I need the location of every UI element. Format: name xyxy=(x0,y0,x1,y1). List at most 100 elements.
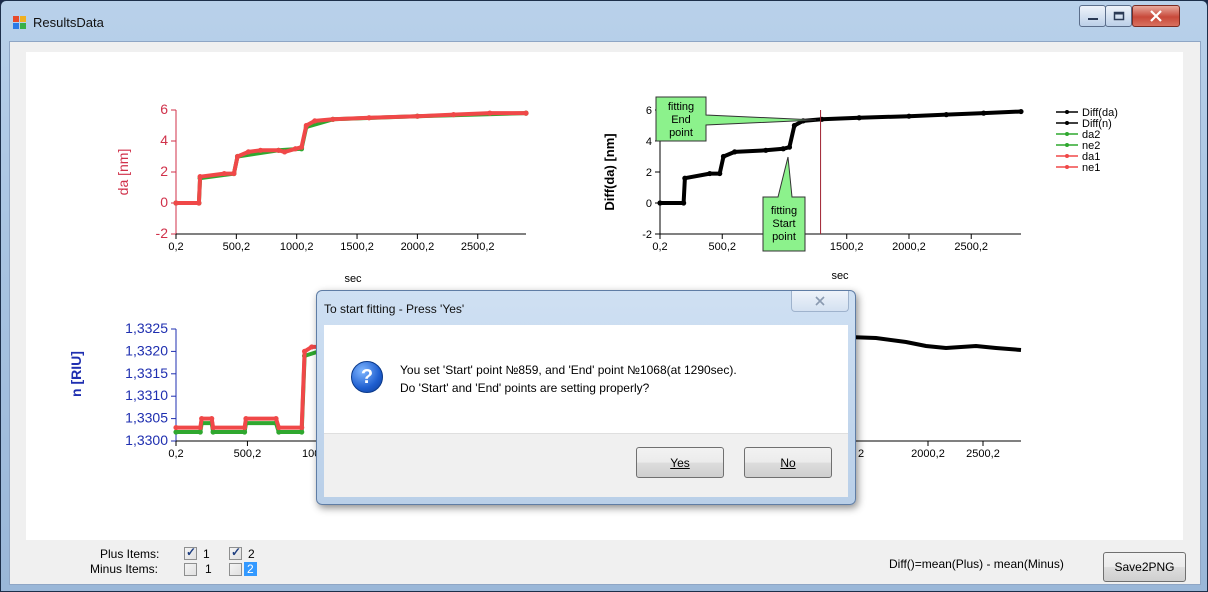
da1-point xyxy=(245,149,251,155)
da1-point xyxy=(523,110,529,116)
da1-point xyxy=(257,147,264,153)
plus-item-1-label: 1 xyxy=(203,547,210,561)
maximize-button[interactable] xyxy=(1105,5,1132,27)
da1-point xyxy=(303,122,309,129)
app-icon xyxy=(13,16,26,29)
end-callout-text: End xyxy=(671,114,691,126)
diff-da-point xyxy=(681,200,687,206)
bl-ylabel: n [RIU] xyxy=(68,351,84,397)
tr-y-tick-label: 0 xyxy=(646,198,652,210)
tl-y-tick-label: 6 xyxy=(160,101,168,117)
yes-button[interactable]: Yes xyxy=(636,447,724,478)
title-bar[interactable]: ResultsData xyxy=(1,1,1207,41)
legend-marker xyxy=(1065,132,1069,136)
minimize-button[interactable] xyxy=(1079,5,1106,27)
end-callout-text: fitting xyxy=(668,101,694,113)
save2png-button[interactable]: Save2PNG xyxy=(1103,552,1186,582)
ne2-point xyxy=(276,429,282,435)
question-icon: ? xyxy=(351,361,383,393)
diff-da-point xyxy=(791,122,798,129)
minus-item-2-label: 2 xyxy=(244,562,257,576)
diff-da-point xyxy=(943,112,949,118)
diff-da-point xyxy=(856,115,862,121)
legend-label: ne1 xyxy=(1082,162,1100,174)
ne2-point xyxy=(241,429,248,435)
maximize-icon xyxy=(1113,11,1124,21)
da2-line xyxy=(176,111,527,205)
diff-da-point xyxy=(682,175,688,181)
dialog-close-button[interactable] xyxy=(791,291,849,312)
tl-x-tick-label: 2500,2 xyxy=(461,241,495,253)
da1-point xyxy=(366,115,372,121)
tl-y-tick-label: 4 xyxy=(160,132,168,148)
da1-point xyxy=(231,170,237,177)
diff-da-point xyxy=(707,170,713,177)
da1-point xyxy=(282,149,288,155)
da1-point xyxy=(234,153,241,160)
da1-point xyxy=(196,200,202,206)
legend-marker xyxy=(1065,121,1069,125)
no-button[interactable]: No xyxy=(744,447,832,478)
minus-item-1-checkbox[interactable] xyxy=(184,563,197,576)
diff-da-point xyxy=(906,113,912,119)
ne2-point xyxy=(197,429,203,435)
ne1-point xyxy=(276,424,282,431)
legend-marker xyxy=(1065,143,1069,147)
check-icon: ✓ xyxy=(186,545,197,559)
diff-da-point xyxy=(786,144,793,150)
ne1-point xyxy=(299,424,305,431)
ne1-line xyxy=(176,344,319,430)
da1-point xyxy=(298,144,305,150)
diff-da-point xyxy=(763,147,769,153)
tr-x-tick-label: 2000,2 xyxy=(892,241,926,253)
diff-da-point xyxy=(819,116,825,122)
tl-x-tick-label: 500,2 xyxy=(223,241,251,253)
minimize-icon xyxy=(1087,18,1098,20)
diff-da-line xyxy=(660,109,1022,205)
plus-item-1-checkbox[interactable]: ✓ xyxy=(184,545,197,560)
minus-items-label: Minus Items: xyxy=(90,562,159,576)
bl-x-tick-label: 500,2 xyxy=(234,448,262,460)
no-label: No xyxy=(780,455,796,470)
diff-da-point xyxy=(780,146,786,152)
ne1-point xyxy=(309,344,315,350)
dialog-message-line1: You set 'Start' point №859, and 'End' po… xyxy=(400,363,737,377)
bl-x-tick-label: 0,2 xyxy=(168,448,183,460)
da1-point xyxy=(330,116,336,122)
ne2-point xyxy=(173,429,179,435)
tr-x-tick-label: 1500,2 xyxy=(830,241,864,253)
minus-item-2-checkbox[interactable] xyxy=(229,563,242,576)
bl-y-tick-label: 1,3310 xyxy=(125,387,168,403)
ne1-point xyxy=(301,348,308,354)
tr-xlabel: sec xyxy=(831,270,849,282)
plus-item-2-label: 2 xyxy=(248,547,255,561)
da1-point xyxy=(173,200,179,206)
diff-da-point xyxy=(732,149,738,155)
tl-y-tick-label: -2 xyxy=(156,225,169,241)
da1-point xyxy=(275,147,282,153)
tl-x-tick-label: 2000,2 xyxy=(401,241,435,253)
plus-item-2-checkbox[interactable]: ✓ xyxy=(229,545,242,560)
da1-point xyxy=(450,112,457,118)
ne1-point xyxy=(241,424,248,431)
da1-point xyxy=(221,170,227,177)
close-button[interactable] xyxy=(1132,5,1180,27)
diff-n-line xyxy=(847,335,1022,352)
da1-point xyxy=(312,118,318,124)
close-icon xyxy=(1150,10,1162,22)
diff-da-point xyxy=(657,200,663,206)
br-x-tick-label: 2 xyxy=(858,448,864,460)
check-icon: ✓ xyxy=(231,545,242,559)
ne1-point xyxy=(243,416,249,422)
dialog-footer: Yes No xyxy=(324,433,848,497)
tl-x-tick-label: 1500,2 xyxy=(340,241,374,253)
tl-x-tick-label: 0,2 xyxy=(168,241,183,253)
legend-marker xyxy=(1065,165,1069,169)
tr-y-tick-label: 6 xyxy=(646,105,652,117)
tl-xlabel: sec xyxy=(344,273,362,285)
da1-point xyxy=(414,113,420,119)
bl-y-tick-label: 1,3315 xyxy=(125,365,168,381)
bl-y-tick-label: 1,3305 xyxy=(125,410,168,426)
tr-x-tick-label: 0,2 xyxy=(652,241,667,253)
da1-point xyxy=(292,146,299,152)
